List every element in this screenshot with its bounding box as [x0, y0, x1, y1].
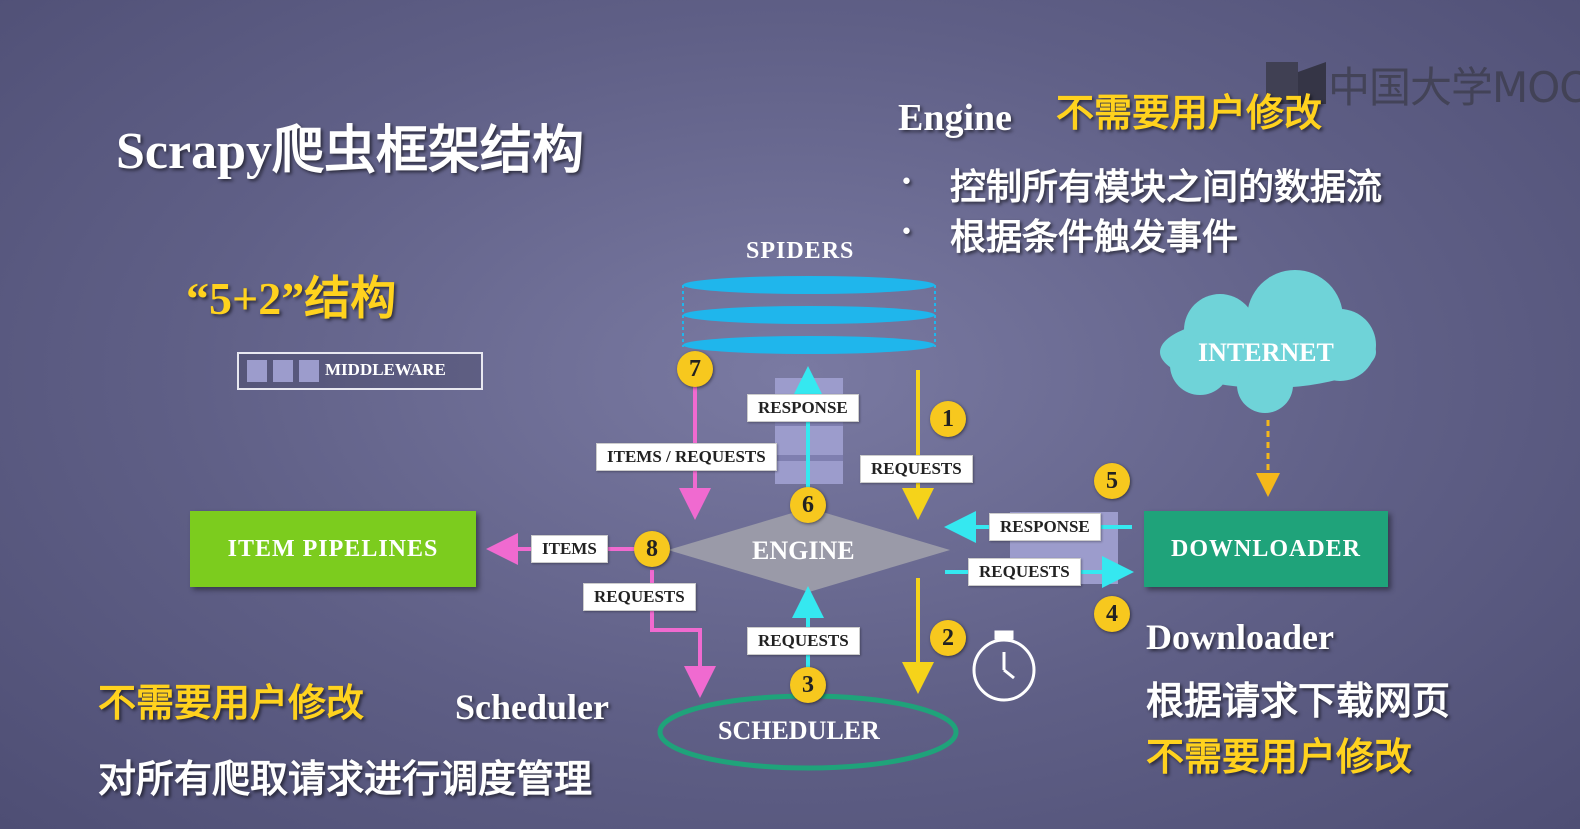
internet-label: INTERNET — [1198, 338, 1334, 367]
flow-label-response-right: RESPONSE — [989, 513, 1101, 541]
downloader-desc-name: Downloader — [1146, 617, 1334, 657]
downloader-desc-text: 根据请求下载网页 — [1146, 681, 1451, 723]
step-badge-5: 5 — [1094, 463, 1130, 499]
scheduler-desc-note: 不需要用户修改 — [98, 683, 365, 725]
step-badge-6: 6 — [790, 487, 826, 523]
scheduler-desc-name: Scheduler — [455, 687, 610, 727]
item-pipelines-box: ITEM PIPELINES — [190, 511, 476, 587]
flow-label-items-requests: ITEMS / REQUESTS — [596, 443, 777, 471]
step-badge-1: 1 — [930, 401, 966, 437]
spiders-label: SPIDERS — [746, 238, 855, 264]
downloader-desc-note: 不需要用户修改 — [1146, 737, 1413, 779]
flow-label-requests-bottom: REQUESTS — [747, 627, 860, 655]
step-badge-7: 7 — [677, 351, 713, 387]
downloader-box: DOWNLOADER — [1144, 511, 1388, 587]
step-badge-2: 2 — [930, 620, 966, 656]
flow-label-requests-right: REQUESTS — [968, 558, 1081, 586]
step-badge-3: 3 — [790, 667, 826, 703]
flow-label-response-top: RESPONSE — [747, 394, 859, 422]
scheduler-desc-text: 对所有爬取请求进行调度管理 — [98, 759, 593, 801]
flow-label-requests-1: REQUESTS — [860, 455, 973, 483]
flow-label-items: ITEMS — [531, 535, 608, 563]
engine-label: ENGINE — [752, 536, 855, 565]
spiders-cylinder — [682, 276, 936, 354]
downloader-label: DOWNLOADER — [1170, 536, 1361, 562]
stopwatch-icon — [972, 630, 1036, 702]
step-badge-4: 4 — [1094, 596, 1130, 632]
flow-label-requests-left: REQUESTS — [583, 583, 696, 611]
scheduler-label: SCHEDULER — [718, 716, 880, 745]
step-badge-8: 8 — [634, 531, 670, 567]
item-pipelines-label: ITEM PIPELINES — [227, 536, 439, 562]
